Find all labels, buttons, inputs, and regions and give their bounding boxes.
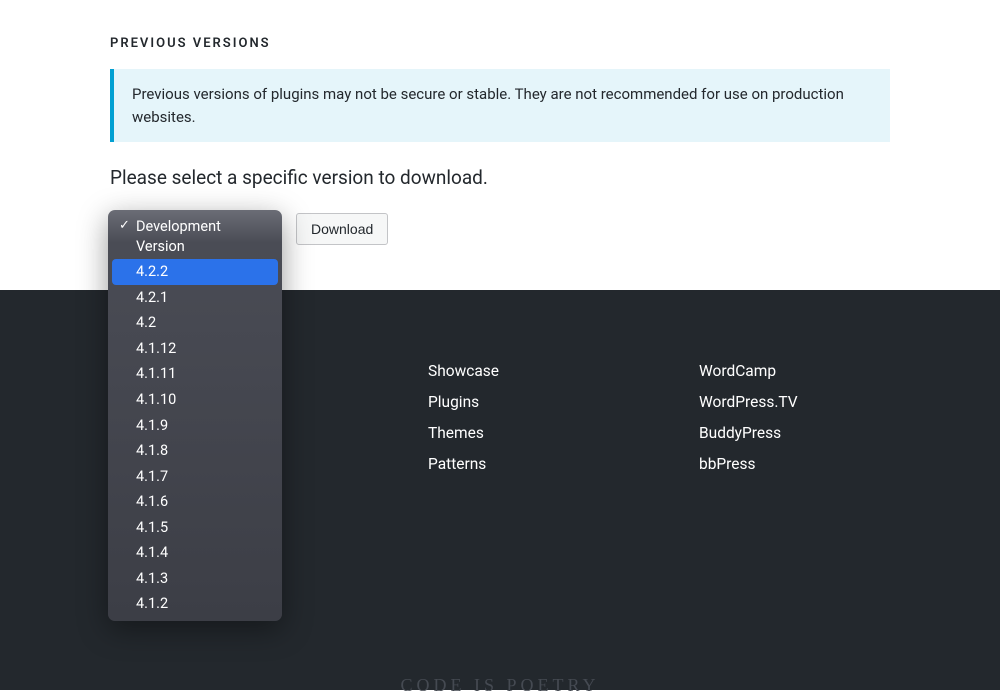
footer-link[interactable]: BuddyPress: [699, 424, 798, 442]
footer-link[interactable]: Themes: [428, 424, 499, 442]
footer-link[interactable]: Patterns: [428, 455, 499, 473]
version-option[interactable]: 4.1.6: [112, 489, 278, 515]
previous-versions-heading: PREVIOUS VERSIONS: [110, 36, 890, 51]
footer-link[interactable]: WordPress.TV: [699, 393, 798, 411]
version-option[interactable]: 4.1.11: [112, 361, 278, 387]
version-option[interactable]: 4.1.5: [112, 515, 278, 541]
version-option[interactable]: 4.2: [112, 310, 278, 336]
footer-link[interactable]: WordCamp: [699, 362, 798, 380]
footer-link[interactable]: bbPress: [699, 455, 798, 473]
footer-link[interactable]: Plugins: [428, 393, 499, 411]
footer-link[interactable]: Showcase: [428, 362, 499, 380]
version-option[interactable]: 4.1.12: [112, 336, 278, 362]
version-option[interactable]: 4.1.3: [112, 566, 278, 592]
version-option[interactable]: 4.2.1: [112, 285, 278, 311]
version-option[interactable]: 4.1.9: [112, 413, 278, 439]
version-option[interactable]: 4.1.2: [112, 591, 278, 617]
warning-notice: Previous versions of plugins may not be …: [110, 69, 890, 142]
version-option[interactable]: 4.1.7: [112, 464, 278, 490]
download-button[interactable]: Download: [296, 213, 388, 245]
warning-text: Previous versions of plugins may not be …: [132, 83, 872, 128]
footer-column-1: Showcase Plugins Themes Patterns: [428, 362, 499, 473]
version-option[interactable]: Development Version: [112, 214, 278, 259]
version-option[interactable]: 4.1.4: [112, 540, 278, 566]
version-option[interactable]: 4.2.2: [112, 259, 278, 285]
footer-column-2: WordCamp WordPress.TV BuddyPress bbPress: [699, 362, 798, 473]
version-option[interactable]: 4.1.10: [112, 387, 278, 413]
tagline: CODE IS POETRY: [400, 675, 599, 696]
version-dropdown[interactable]: Development Version4.2.24.2.14.24.1.124.…: [108, 210, 282, 621]
version-option[interactable]: 4.1.8: [112, 438, 278, 464]
instruction-text: Please select a specific version to down…: [110, 166, 890, 189]
